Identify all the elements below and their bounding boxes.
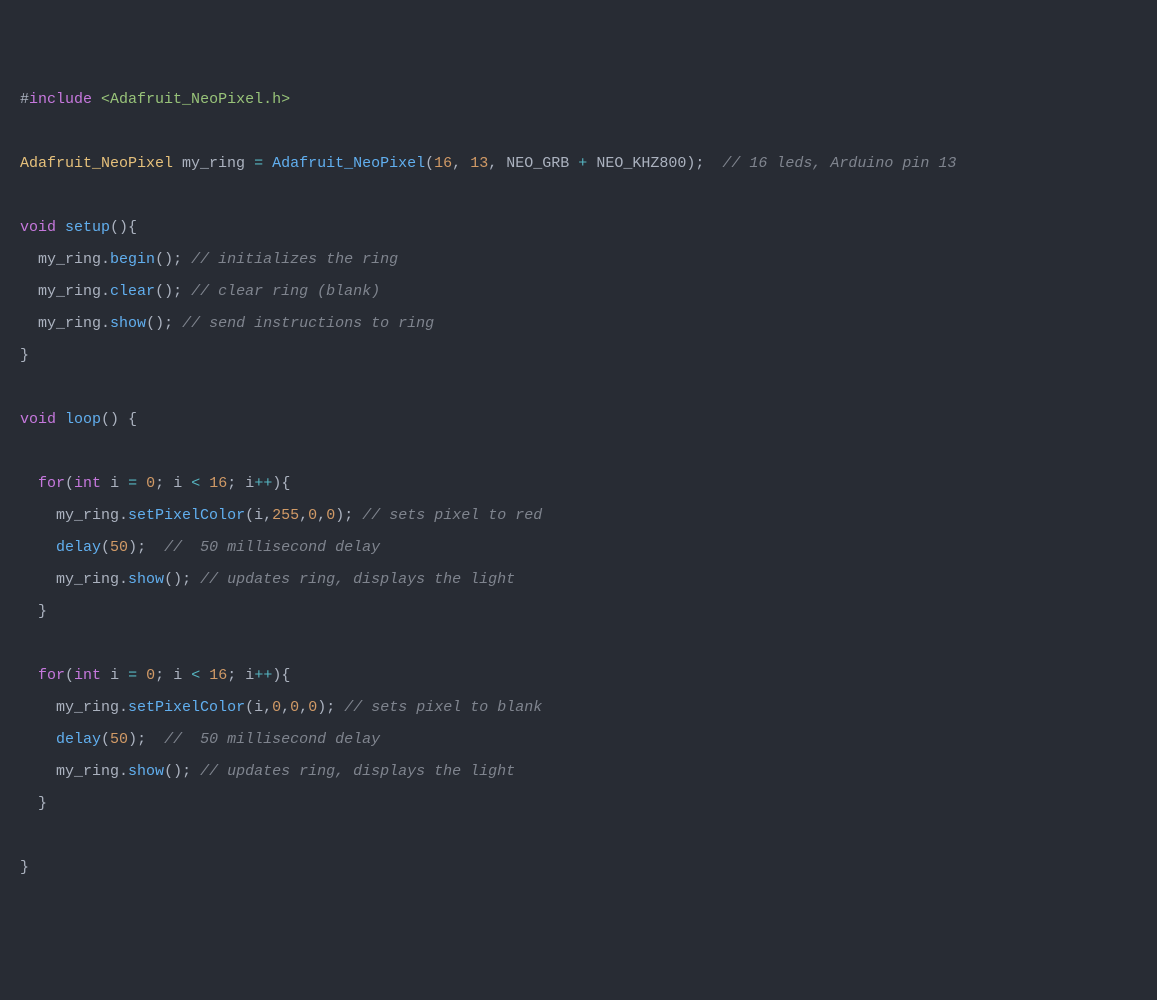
var-i: i [110,475,119,492]
comment-show1: // send instructions to ring [182,315,434,332]
comment-clear: // clear ring (blank) [191,283,380,300]
comment-showloop: // updates ring, displays the light [200,571,515,588]
const-neogrb: NEO_GRB [506,155,569,172]
var-i: i [173,475,182,492]
num-16: 16 [434,155,452,172]
num-0: 0 [308,507,317,524]
const-khz: NEO_KHZ800 [596,155,686,172]
num-0: 0 [146,475,155,492]
num-0: 0 [326,507,335,524]
loop-fn: loop [65,411,101,428]
show-fn: show [110,315,146,332]
clear-fn: clear [110,283,155,300]
hash: # [20,91,29,108]
void-kw: void [20,219,56,236]
delay-fn: delay [56,731,101,748]
show-fn: show [128,571,164,588]
num-0: 0 [272,699,281,716]
num-13: 13 [470,155,488,172]
var-i: i [173,667,182,684]
for-kw: for [38,475,65,492]
num-50: 50 [110,539,128,556]
setup-fn: setup [65,219,110,236]
include-header: <Adafruit_NeoPixel.h> [101,91,290,108]
num-16: 16 [209,475,227,492]
delay-fn: delay [56,539,101,556]
num-0: 0 [146,667,155,684]
num-255: 255 [272,507,299,524]
comment-decl: // 16 leds, Arduino pin 13 [722,155,956,172]
void-kw: void [20,411,56,428]
begin-fn: begin [110,251,155,268]
obj-myring: my_ring [56,507,119,524]
num-0: 0 [308,699,317,716]
for-kw: for [38,667,65,684]
type-name: Adafruit_NeoPixel [20,155,173,172]
op-lt: < [191,475,200,492]
ipp: i [245,475,254,492]
comment-blank: // sets pixel to blank [344,699,542,716]
ipp: i [245,667,254,684]
obj-myring: my_ring [56,571,119,588]
var-i: i [110,667,119,684]
setpixel-fn: setPixelColor [128,699,245,716]
obj-myring: my_ring [38,283,101,300]
num-16: 16 [209,667,227,684]
comment-delay: // 50 millisecond delay [164,731,380,748]
num-0: 0 [290,699,299,716]
code-block: #include <Adafruit_NeoPixel.h> Adafruit_… [20,84,1137,884]
int-kw: int [74,667,101,684]
obj-myring: my_ring [38,315,101,332]
obj-myring: my_ring [56,763,119,780]
obj-myring: my_ring [56,699,119,716]
show-fn: show [128,763,164,780]
var-name: my_ring [182,155,245,172]
comment-showloop: // updates ring, displays the light [200,763,515,780]
num-50: 50 [110,731,128,748]
ctor-name: Adafruit_NeoPixel [272,155,425,172]
int-kw: int [74,475,101,492]
op-lt: < [191,667,200,684]
comment-begin: // initializes the ring [191,251,398,268]
equals: = [254,155,263,172]
obj-myring: my_ring [38,251,101,268]
setpixel-fn: setPixelColor [128,507,245,524]
include-keyword: include [29,91,92,108]
comment-delay: // 50 millisecond delay [164,539,380,556]
comment-red: // sets pixel to red [362,507,542,524]
